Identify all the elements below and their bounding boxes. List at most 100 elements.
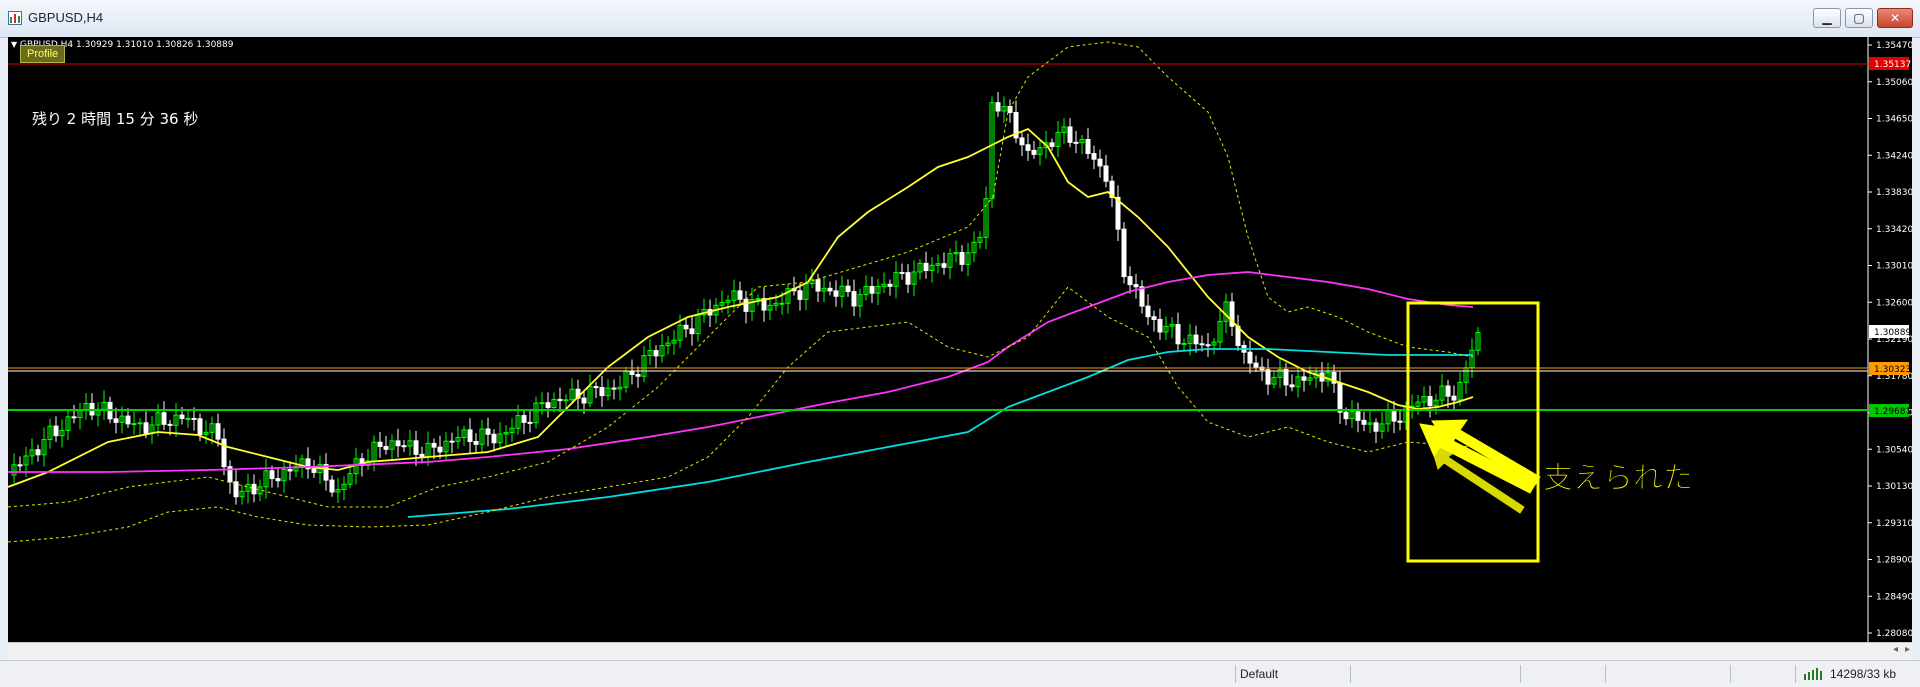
candle-body — [377, 441, 383, 447]
candle-body — [269, 470, 275, 480]
candle-body — [251, 483, 257, 495]
candle-body — [527, 421, 533, 424]
candle-body — [53, 425, 59, 437]
candle-body — [161, 412, 167, 425]
candle-body — [905, 272, 911, 285]
candle-body — [833, 290, 839, 297]
candle-body — [1145, 305, 1151, 318]
price-chart[interactable]: GBPUSD,H4 1.30929 1.31010 1.30826 1.3088… — [8, 37, 1912, 642]
candle-body — [71, 416, 77, 419]
candle-body — [563, 399, 569, 402]
candle-body — [521, 415, 527, 423]
bollinger-upper — [8, 41, 1474, 508]
candle-body — [797, 290, 803, 300]
candle-body — [539, 402, 545, 405]
candle-body — [1451, 395, 1457, 401]
scroll-left-icon[interactable]: ◂ — [1893, 644, 1898, 655]
candle-body — [287, 468, 293, 472]
candle-body — [851, 291, 857, 307]
candle-body — [545, 402, 551, 409]
status-divider — [1520, 665, 1521, 683]
status-divider — [1795, 665, 1796, 683]
scroll-right-icon[interactable]: ▸ — [1905, 644, 1910, 655]
candle-body — [1025, 144, 1031, 151]
candle-body — [1091, 153, 1097, 160]
status-divider — [1235, 665, 1236, 683]
candle-body — [899, 271, 905, 274]
price-tick-label: 1.33010 — [1876, 262, 1912, 272]
status-bar: Default 14298/33 kb — [0, 660, 1920, 687]
candle-body — [1199, 343, 1205, 346]
candle-body — [1193, 334, 1199, 345]
candle-body — [137, 422, 143, 425]
candle-body — [941, 263, 947, 268]
candle-body — [557, 398, 563, 402]
price-tick-label: 1.35060 — [1876, 78, 1912, 88]
candle-body — [611, 387, 617, 390]
candle-body — [1175, 323, 1181, 345]
candle-body — [329, 479, 335, 493]
bollinger-lower — [8, 286, 1474, 543]
candle-body — [1391, 409, 1397, 422]
candle-body — [1253, 362, 1259, 368]
candle-body — [743, 298, 749, 312]
connection-icon — [1804, 668, 1822, 680]
bar-timer-text: 残り 2 時間 15 分 36 秒 — [32, 110, 198, 128]
candle-body — [395, 440, 401, 447]
status-divider — [1730, 665, 1731, 683]
restore-button[interactable]: ▢ — [1845, 8, 1873, 28]
chart-canvas[interactable]: GBPUSD,H4 1.30929 1.31010 1.30826 1.3088… — [8, 37, 1912, 642]
candle-body — [1301, 376, 1307, 381]
candle-body — [491, 433, 497, 444]
candle-body — [131, 423, 137, 426]
candle-body — [1283, 368, 1289, 386]
candle-body — [1019, 137, 1025, 146]
candle-body — [191, 417, 197, 420]
price-tick-label: 1.28900 — [1876, 556, 1912, 566]
candle-body — [215, 423, 221, 440]
orange-line-tag-text: 1.30323 — [1874, 365, 1911, 375]
candle-body — [1337, 382, 1343, 413]
candle-body — [1031, 149, 1037, 155]
window-title: GBPUSD,H4 — [28, 10, 104, 25]
status-divider — [1350, 665, 1351, 683]
candle-body — [635, 373, 641, 377]
candle-body — [1151, 316, 1157, 320]
chart-window-icon — [8, 11, 22, 25]
price-axis: 1.35470 1.35060 1.34650 1.34240 1.33830 1.334… — [1868, 41, 1912, 639]
candle-body — [629, 370, 635, 375]
price-tick-label: 1.32600 — [1876, 298, 1912, 308]
price-tick-label: 1.28490 — [1876, 592, 1912, 602]
candle-body — [1427, 396, 1433, 407]
close-button[interactable]: ✕ — [1877, 8, 1913, 28]
candle-body — [413, 440, 419, 455]
price-tick-label: 1.30130 — [1876, 482, 1912, 492]
candle-body — [845, 285, 851, 293]
price-tick-label: 1.33420 — [1876, 225, 1912, 235]
candle-body — [1205, 344, 1211, 347]
window-titlebar: GBPUSD,H4 ▁ ▢ ✕ — [0, 0, 1920, 38]
candle-body — [383, 445, 389, 450]
candle-body — [815, 279, 821, 292]
price-tick-label: 1.35470 — [1876, 41, 1912, 51]
price-tick-label: 1.34650 — [1876, 115, 1912, 125]
candle-body — [113, 418, 119, 423]
profile-button[interactable]: Profile — [20, 45, 66, 63]
dropdown-arrow-icon: ▼ — [11, 40, 18, 49]
candle-body — [887, 283, 893, 287]
candle-body — [275, 478, 281, 482]
candle-body — [1049, 142, 1055, 147]
candle-body — [179, 414, 185, 419]
minimize-button[interactable]: ▁ — [1813, 8, 1841, 28]
close-icon: ✕ — [1889, 11, 1901, 25]
candle-body — [467, 429, 473, 442]
candle-body — [1343, 411, 1349, 420]
candle-body — [581, 397, 587, 404]
candle-body — [1373, 422, 1379, 432]
candle-body — [311, 468, 317, 473]
price-tick-label: 1.30540 — [1876, 445, 1912, 455]
chart-scrollbar[interactable]: ◂ ▸ — [8, 642, 1912, 661]
candle-body — [683, 324, 689, 330]
candle-body — [431, 442, 437, 448]
candle-body — [1127, 276, 1133, 286]
